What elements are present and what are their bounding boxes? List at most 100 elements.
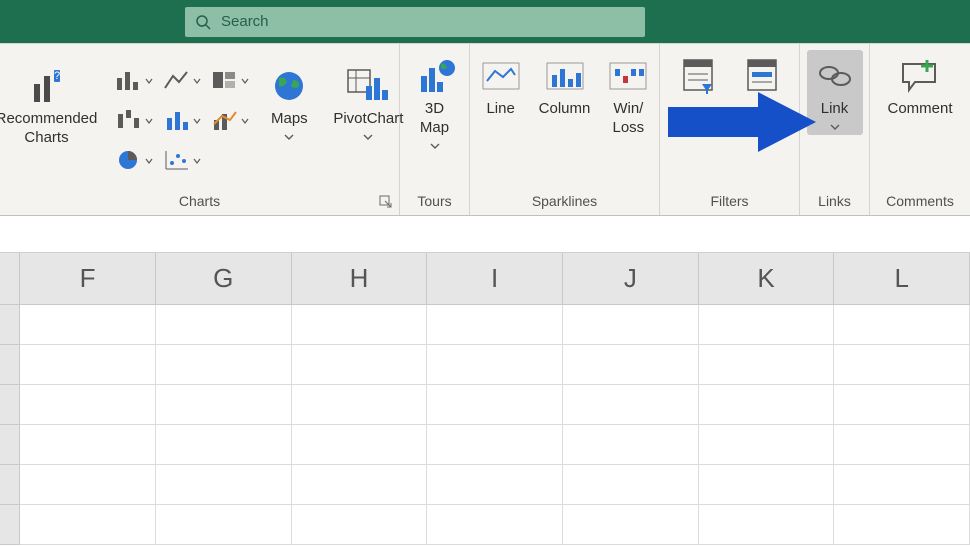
pivotchart-button[interactable]: PivotChart [327,60,409,145]
row-header[interactable] [0,465,20,505]
slicer-button[interactable] [670,50,726,102]
column-header[interactable]: K [699,253,835,305]
sparkline-line-button[interactable]: Line [473,50,529,123]
comment-icon [898,54,942,98]
cell[interactable] [20,425,156,465]
cell[interactable] [427,465,563,505]
row-header[interactable] [0,505,20,545]
chart-statistic-button[interactable] [161,104,203,136]
cell[interactable] [156,425,292,465]
timeline-icon [740,54,784,98]
group-comments: Comment Comments [870,44,970,215]
cell[interactable] [292,385,428,425]
chart-pie-button[interactable] [113,144,155,176]
worksheet-grid[interactable]: F G H I J K L [0,252,970,545]
column-header[interactable]: F [20,253,156,305]
grid-row [0,305,970,345]
cell[interactable] [699,425,835,465]
chart-line-button[interactable] [161,64,203,96]
cell[interactable] [156,385,292,425]
row-header[interactable] [0,425,20,465]
cell[interactable] [834,305,970,345]
chart-waterfall-button[interactable] [113,104,155,136]
group-filters-label: Filters [668,193,791,213]
link-button[interactable]: Link [807,50,863,135]
sparkline-column-icon [543,54,587,98]
sparkline-winloss-label: Win/ Loss [613,100,645,138]
charts-dialog-launcher[interactable] [379,195,393,209]
cell[interactable] [292,505,428,545]
group-charts: ? Recommended Charts [0,44,400,215]
row-header[interactable] [0,345,20,385]
cell[interactable] [20,345,156,385]
search-icon [195,14,211,30]
cell[interactable] [20,465,156,505]
cell[interactable] [834,465,970,505]
cell[interactable] [699,505,835,545]
column-header[interactable]: G [156,253,292,305]
cell[interactable] [699,345,835,385]
chart-hierarchy-button[interactable] [209,64,251,96]
sparkline-line-label: Line [486,100,514,119]
cell[interactable] [834,385,970,425]
cell[interactable] [699,305,835,345]
cell[interactable] [563,425,699,465]
select-all-corner[interactable] [0,253,20,305]
column-headers: F G H I J K L [0,253,970,305]
sparkline-winloss-button[interactable]: Win/ Loss [600,50,656,142]
cell[interactable] [563,465,699,505]
row-header[interactable] [0,385,20,425]
cell[interactable] [699,385,835,425]
cell[interactable] [834,425,970,465]
cell[interactable] [292,465,428,505]
cell[interactable] [292,305,428,345]
group-comments-label: Comments [878,193,962,213]
search-input[interactable] [221,13,635,30]
sparkline-line-icon [479,54,523,98]
cell[interactable] [427,505,563,545]
grid-row [0,505,970,545]
cell[interactable] [292,345,428,385]
cell[interactable] [427,305,563,345]
cell[interactable] [292,425,428,465]
cell[interactable] [563,505,699,545]
chart-combo-button[interactable] [209,104,251,136]
comment-button[interactable]: Comment [881,50,958,123]
cell[interactable] [699,465,835,505]
timeline-button[interactable] [734,50,790,102]
cell[interactable] [427,385,563,425]
cell[interactable] [834,505,970,545]
cell[interactable] [156,345,292,385]
cell[interactable] [20,505,156,545]
cell[interactable] [427,425,563,465]
cell[interactable] [156,505,292,545]
group-sparklines: Line Column Win/ Loss Sparklines [470,44,660,215]
column-header[interactable]: L [834,253,970,305]
group-tours-label: Tours [408,193,461,213]
grid-row [0,425,970,465]
row-header[interactable] [0,305,20,345]
cell[interactable] [20,305,156,345]
column-header[interactable]: J [563,253,699,305]
cell[interactable] [156,465,292,505]
group-links-label: Links [808,193,861,213]
chart-column-button[interactable] [113,64,155,96]
maps-button[interactable]: Maps [261,60,317,145]
cell[interactable] [427,345,563,385]
cell[interactable] [563,305,699,345]
group-links: Link Links [800,44,870,215]
slicer-icon [676,54,720,98]
cell[interactable] [834,345,970,385]
cell[interactable] [156,305,292,345]
search-box[interactable] [185,7,645,37]
column-header[interactable]: H [292,253,428,305]
cell[interactable] [563,385,699,425]
sparkline-column-button[interactable]: Column [533,50,597,123]
chart-scatter-button[interactable] [161,144,203,176]
cell[interactable] [563,345,699,385]
link-icon [813,54,857,98]
recommended-charts-button[interactable]: ? Recommended Charts [0,60,103,152]
cell[interactable] [20,385,156,425]
3d-map-button[interactable]: 3D Map [407,50,463,154]
column-header[interactable]: I [427,253,563,305]
